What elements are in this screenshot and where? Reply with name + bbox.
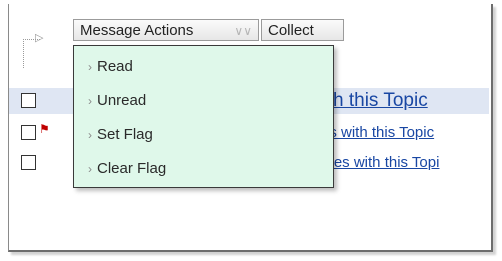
menu-item-label: Read <box>97 58 133 75</box>
chevron-right-icon: › <box>88 60 92 74</box>
chevron-right-icon: › <box>88 128 92 142</box>
topic-link[interactable]: es with this Topic <box>321 124 434 141</box>
collect-label: Collect <box>268 22 314 39</box>
topic-link[interactable]: sues with this Topi <box>318 154 439 171</box>
arrow-right-icon: ▷ <box>35 32 44 44</box>
row-checkbox[interactable] <box>21 93 36 108</box>
chevron-right-icon: › <box>88 94 92 108</box>
row-checkbox[interactable] <box>21 125 36 140</box>
message-actions-label: Message Actions <box>80 22 194 39</box>
menu-item-unread[interactable]: › Unread <box>88 92 146 109</box>
chevron-right-icon: › <box>88 162 92 176</box>
chevron-down-icon: ∨∨ <box>234 24 252 38</box>
message-actions-menu: › Read › Unread › Set Flag › Clear Flag <box>73 45 334 188</box>
menu-item-label: Set Flag <box>97 126 153 143</box>
menu-item-set-flag[interactable]: › Set Flag <box>88 126 153 143</box>
menu-item-read[interactable]: › Read <box>88 58 133 75</box>
message-list-panel: ▷ Message Actions ∨∨ Collect vith this T… <box>8 4 493 252</box>
menu-item-clear-flag[interactable]: › Clear Flag <box>88 160 166 177</box>
menu-item-label: Clear Flag <box>97 160 167 177</box>
menu-item-label: Unread <box>97 92 147 109</box>
collect-button[interactable]: Collect <box>261 19 344 41</box>
flag-icon: ⚑ <box>39 122 50 136</box>
message-actions-button[interactable]: Message Actions ∨∨ <box>73 19 259 41</box>
row-checkbox[interactable] <box>21 155 36 170</box>
